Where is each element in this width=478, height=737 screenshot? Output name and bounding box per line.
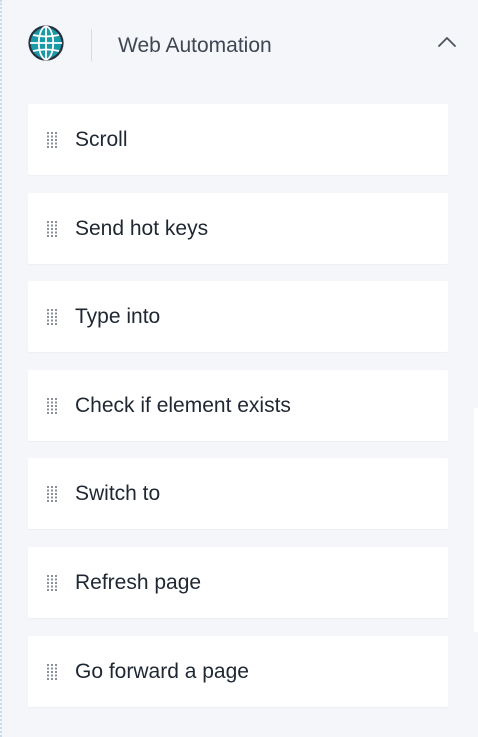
- adjacent-panel-edge: [474, 408, 478, 632]
- header-divider: [91, 29, 92, 61]
- list-item-label: Type into: [75, 305, 161, 329]
- section-title: Web Automation: [118, 34, 272, 57]
- list-item-scroll[interactable]: Scroll: [28, 104, 448, 175]
- list-item-label: Check if element exists: [75, 393, 291, 417]
- list-item-switch-to[interactable]: Switch to: [28, 458, 448, 530]
- list-item-type-into[interactable]: Type into: [28, 281, 448, 353]
- web-automation-panel: Web Automation Scroll Send hot keys Type…: [2, 0, 478, 737]
- list-item-label: Send hot keys: [75, 216, 209, 240]
- list-item-label: Scroll: [75, 128, 128, 151]
- list-item-refresh-page[interactable]: Refresh page: [28, 546, 448, 618]
- list-item-label: Switch to: [75, 482, 161, 506]
- drag-handle-icon[interactable]: [47, 132, 57, 148]
- list-item-label: Go forward a page: [75, 659, 249, 683]
- list-item-send-hot-keys[interactable]: Send hot keys: [28, 192, 448, 264]
- drag-handle-icon[interactable]: [47, 309, 57, 326]
- list-item-label: Refresh page: [75, 570, 202, 594]
- chevron-up-icon[interactable]: [436, 34, 458, 50]
- drag-handle-icon[interactable]: [47, 397, 57, 414]
- list-item-go-forward-a-page[interactable]: Go forward a page: [28, 635, 448, 707]
- drag-handle-icon[interactable]: [47, 663, 57, 680]
- list-item-check-if-element-exists[interactable]: Check if element exists: [28, 369, 448, 441]
- drag-handle-icon[interactable]: [47, 486, 57, 503]
- globe-icon: [27, 24, 65, 62]
- action-list: Scroll Send hot keys Type into Check if …: [28, 104, 448, 724]
- section-header[interactable]: Web Automation: [2, 0, 478, 92]
- drag-handle-icon[interactable]: [47, 220, 57, 237]
- drag-handle-icon[interactable]: [47, 574, 57, 591]
